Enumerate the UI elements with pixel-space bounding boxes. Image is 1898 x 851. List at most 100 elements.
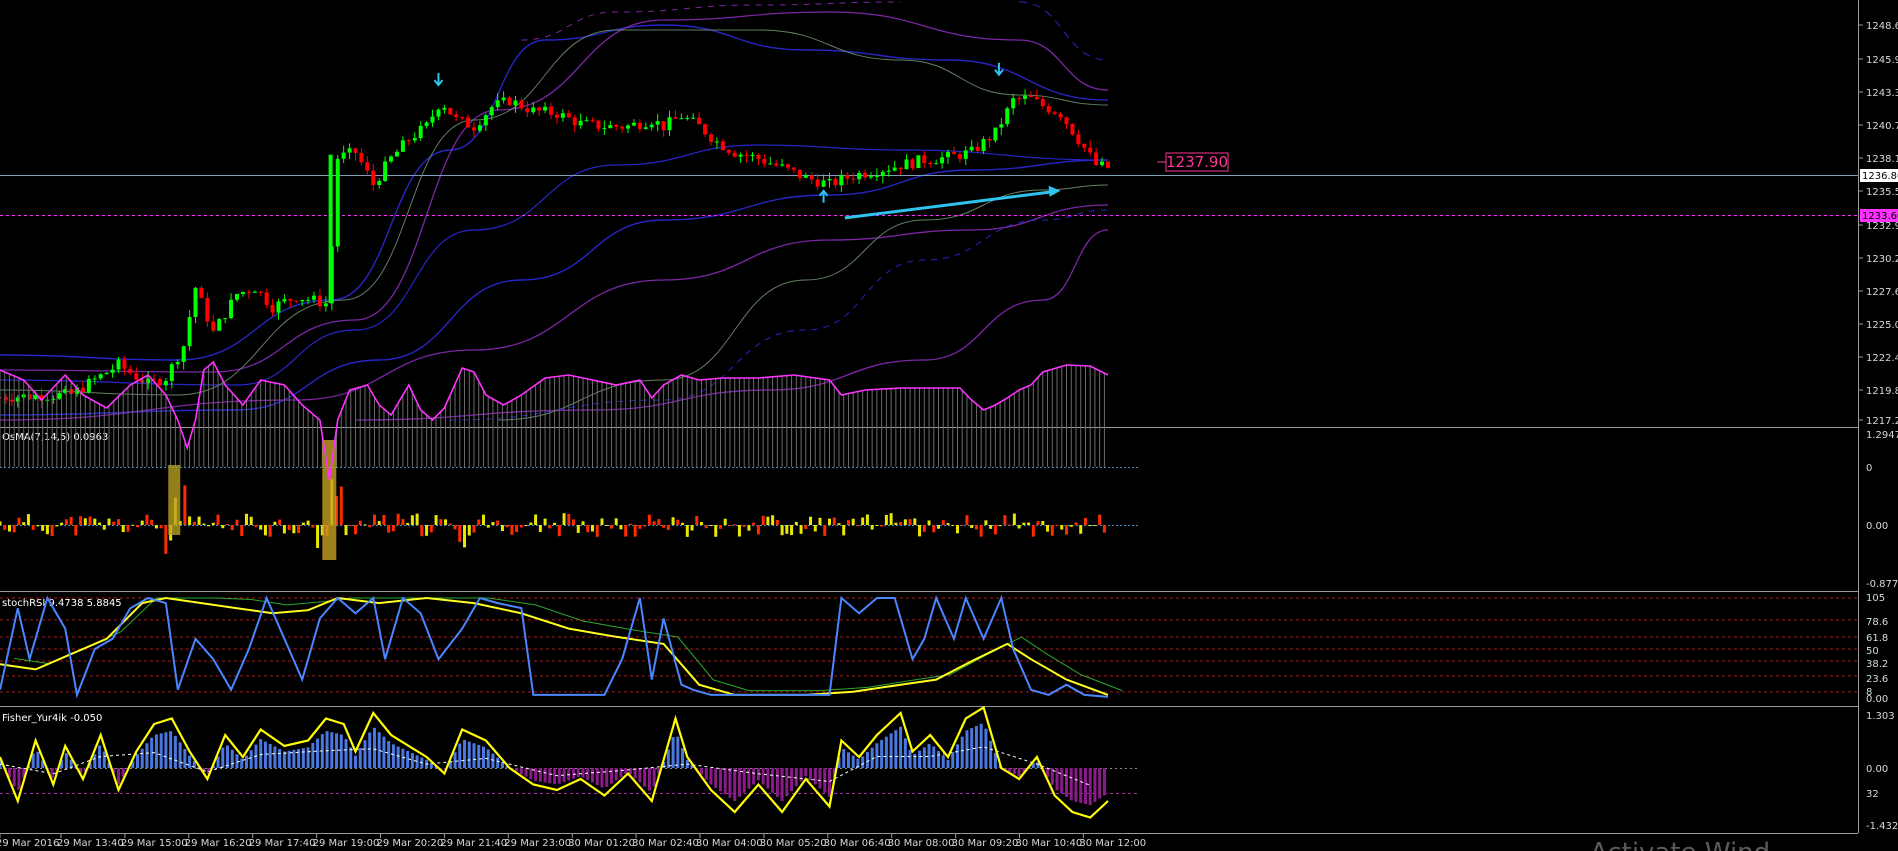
- candle-body: [501, 97, 506, 101]
- osma-bar: [804, 525, 808, 529]
- time-tick-label: 29 Mar 2016: [0, 838, 59, 849]
- fisher-bar: [600, 768, 604, 788]
- fisher-bar: [775, 768, 779, 797]
- candle-body: [252, 291, 257, 293]
- osma-bar: [894, 522, 898, 525]
- fisher-bar: [785, 768, 789, 797]
- fisher-bar: [306, 747, 310, 768]
- fisher-bar: [951, 752, 955, 768]
- fisher-bar: [946, 759, 950, 768]
- fisher-bar: [1093, 768, 1097, 802]
- osma-bar: [406, 522, 410, 525]
- candle-body: [323, 303, 328, 307]
- candle-body: [975, 146, 980, 152]
- alert-price-box[interactable]: 1237.90: [1157, 152, 1229, 172]
- candle-body: [916, 155, 921, 169]
- fisher-bar: [93, 754, 97, 768]
- fisher-bar: [1074, 768, 1078, 802]
- stochrsi-tick-label: 8: [1866, 687, 1872, 698]
- candle-body: [845, 175, 850, 179]
- osma-bar: [31, 525, 35, 530]
- osma-bar: [41, 525, 45, 531]
- fisher-bar: [723, 768, 727, 795]
- osma-bar: [913, 518, 917, 525]
- time-tick-label: 29 Mar 13:40: [57, 838, 124, 849]
- osma-bar: [865, 514, 869, 525]
- candle-body: [987, 139, 992, 141]
- osma-bar: [377, 521, 381, 525]
- candle-body: [922, 155, 927, 164]
- osma-bar: [880, 525, 884, 527]
- candle-body: [934, 163, 939, 165]
- stochrsi-tick-label: 61.8: [1866, 633, 1888, 644]
- candle: [448, 107, 453, 115]
- fisher-bar: [325, 731, 329, 768]
- osma-bar: [761, 515, 765, 525]
- candle-body: [774, 163, 779, 166]
- candle-body: [276, 301, 281, 313]
- osma-bar: [1031, 525, 1035, 537]
- candle-body: [406, 140, 411, 142]
- osma-bar: [927, 520, 931, 525]
- candle-body: [904, 159, 909, 170]
- candle-body: [661, 121, 666, 131]
- osma-bar: [1093, 525, 1097, 526]
- candle-body: [1070, 123, 1075, 135]
- osma-bar: [230, 525, 234, 531]
- price-tick-label: 1219.82: [1866, 386, 1898, 397]
- osma-bar: [984, 520, 988, 525]
- candle-body: [258, 291, 263, 293]
- fisher-bar: [1065, 768, 1068, 797]
- fisher-bar: [102, 751, 106, 768]
- fisher-bar: [846, 752, 850, 768]
- fisher-bar: [937, 750, 941, 768]
- fisher-bar: [733, 768, 737, 801]
- osma-bar: [557, 525, 561, 537]
- osma-bar: [723, 518, 727, 525]
- osma-bar: [756, 525, 760, 535]
- osma-bar: [368, 525, 372, 528]
- candle-body: [424, 122, 429, 126]
- osma-spike: [322, 440, 337, 560]
- osma-bar: [785, 525, 789, 534]
- candle-body: [1064, 117, 1069, 124]
- osma-bar: [268, 525, 272, 537]
- fisher-bar: [363, 740, 367, 768]
- fisher-bar: [761, 768, 765, 785]
- trading-chart[interactable]: 1237.90 OsMA(7,14,5) 0.0963 stochRSI 9.4…: [0, 0, 1898, 851]
- candle-body: [596, 120, 601, 129]
- fisher-bar: [154, 734, 158, 768]
- candle-body: [229, 299, 234, 319]
- osma-bar: [766, 516, 770, 525]
- osma-bar: [737, 525, 741, 537]
- candle: [1005, 106, 1010, 127]
- osma-bar: [633, 525, 637, 537]
- candle-body: [116, 359, 121, 370]
- fisher-bar: [875, 743, 879, 768]
- candle-body: [211, 321, 216, 331]
- fisher-bar: [1017, 768, 1021, 777]
- fisher-bar: [1102, 768, 1106, 796]
- fisher-bar: [586, 768, 590, 780]
- candle-body: [892, 167, 897, 171]
- osma-bar: [1003, 515, 1007, 525]
- candle-body: [442, 107, 447, 110]
- osma-bar: [567, 513, 571, 525]
- osma-bar: [704, 525, 708, 529]
- osma-bar: [434, 515, 438, 525]
- price-tick-label: 1225.07: [1866, 320, 1898, 331]
- osma-bar: [780, 525, 784, 536]
- osma-bar: [1050, 525, 1054, 536]
- osma-bar: [1022, 522, 1026, 525]
- osma-bar: [752, 522, 756, 525]
- osma-bar: [1069, 525, 1073, 527]
- candle-body: [643, 127, 648, 129]
- osma-bar: [1102, 525, 1106, 533]
- candle-body: [720, 141, 725, 151]
- fisher-bar: [538, 768, 542, 782]
- candle: [217, 317, 222, 332]
- fisher-bar: [614, 768, 618, 781]
- osma-bar: [624, 525, 628, 537]
- osma-bar: [235, 519, 239, 525]
- osma-bar: [799, 525, 803, 534]
